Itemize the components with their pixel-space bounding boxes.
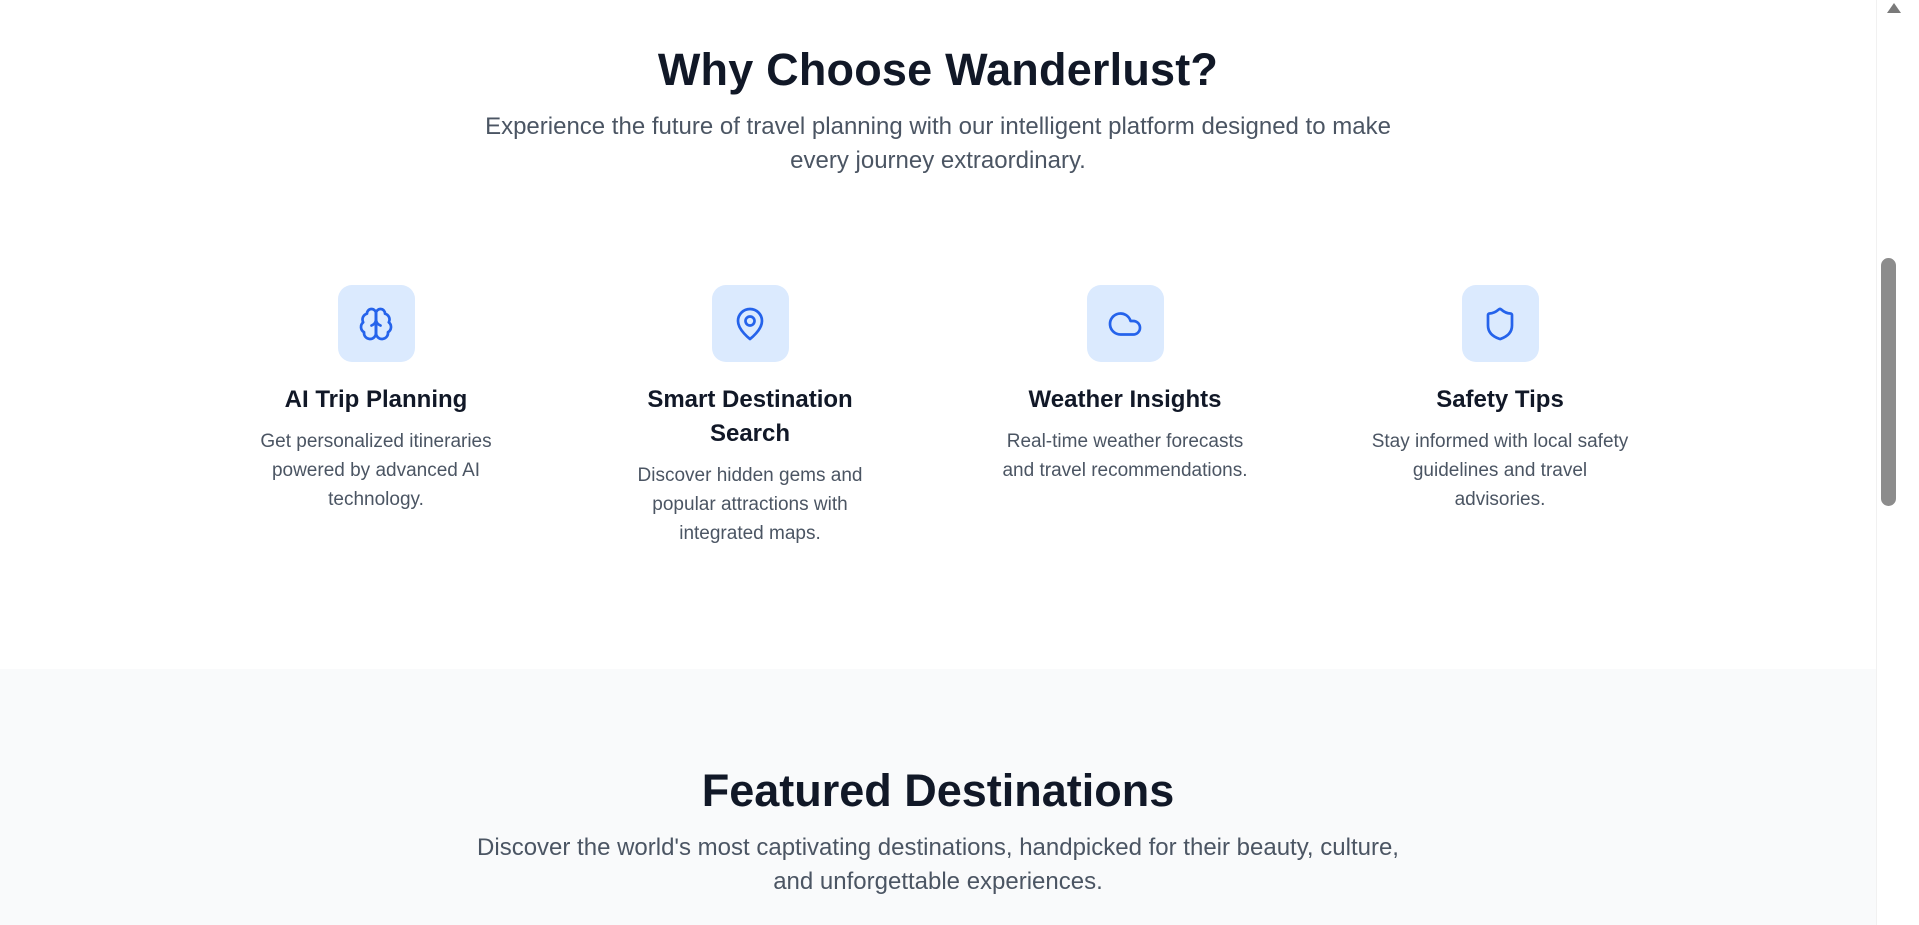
cloud-icon xyxy=(1086,285,1164,362)
page-content: Why Choose Wanderlust? Experience the fu… xyxy=(0,0,1876,925)
feature-title: Smart Destination Search xyxy=(647,386,853,447)
feature-description: Discover hidden gems and popular attract… xyxy=(637,465,863,544)
shield-icon xyxy=(1461,285,1539,362)
featured-destinations-subtitle: Discover the world's most captivating de… xyxy=(477,834,1399,895)
page-viewport: Why Choose Wanderlust? Experience the fu… xyxy=(0,0,1919,925)
feature-smart-destination-search: Smart Destination Search Discover hidden… xyxy=(600,285,900,548)
why-choose-subtitle: Experience the future of travel planning… xyxy=(485,113,1391,174)
featured-destinations-section: Featured Destinations Discover the world… xyxy=(0,669,1876,925)
why-choose-section: Why Choose Wanderlust? Experience the fu… xyxy=(0,0,1876,669)
feature-weather-insights: Weather Insights Real-time weather forec… xyxy=(975,285,1275,485)
feature-title: AI Trip Planning xyxy=(284,386,468,413)
scroll-up-arrow-icon[interactable] xyxy=(1887,3,1901,13)
scrollbar-thumb[interactable] xyxy=(1881,258,1896,506)
feature-title: Weather Insights xyxy=(1028,386,1222,413)
feature-description: Real-time weather forecasts and travel r… xyxy=(1002,431,1248,481)
feature-description: Stay informed with local safety guidelin… xyxy=(1371,431,1629,510)
map-pin-icon xyxy=(711,285,789,362)
feature-safety-tips: Safety Tips Stay informed with local saf… xyxy=(1350,285,1650,514)
feature-ai-trip-planning: AI Trip Planning Get personalized itiner… xyxy=(226,285,526,514)
feature-description: Get personalized itineraries powered by … xyxy=(260,431,492,510)
brain-icon xyxy=(337,285,415,362)
feature-title: Safety Tips xyxy=(1436,386,1564,413)
featured-destinations-title: Featured Destinations xyxy=(701,765,1175,816)
vertical-scrollbar[interactable] xyxy=(1876,0,1919,925)
why-choose-title: Why Choose Wanderlust? xyxy=(657,44,1219,95)
